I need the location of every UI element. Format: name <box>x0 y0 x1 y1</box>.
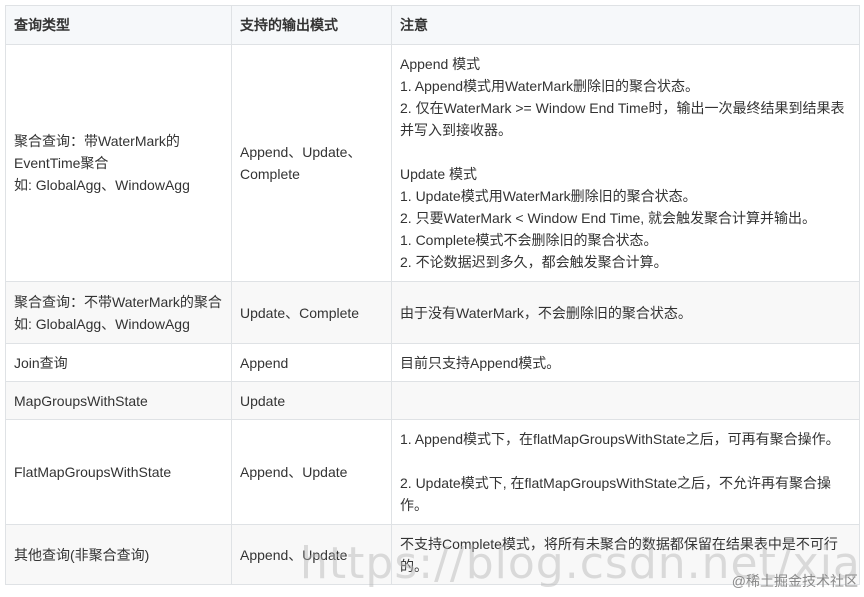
output-modes-table: 查询类型 支持的输出模式 注意 聚合查询：带WaterMark的 EventTim… <box>5 5 860 585</box>
output-modes-cell: Append、Update <box>231 419 392 525</box>
cell-text: 2. 只要WaterMark < Window End Time, 就会触发聚合… <box>400 210 817 226</box>
query-type-cell: FlatMapGroupsWithState <box>5 419 232 525</box>
cell-text: 由于没有WaterMark，不会删除旧的聚合状态。 <box>400 304 692 321</box>
cell-text: 1. Append模式下，在flatMapGroupsWithState之后，可… <box>400 431 840 447</box>
cell-text: FlatMapGroupsWithState <box>14 464 172 480</box>
header-row: 查询类型 支持的输出模式 注意 <box>5 5 860 45</box>
notes-cell: 由于没有WaterMark，不会删除旧的聚合状态。 <box>391 281 860 344</box>
query-type-cell: Join查询 <box>5 343 232 382</box>
notes-cell <box>391 381 860 420</box>
cell-text: 目前只支持Append模式。 <box>400 354 561 371</box>
cell-text: 聚合查询：不带WaterMark的聚合 <box>14 293 222 310</box>
cell-text: 1. Complete模式不会删除旧的聚合状态。 <box>400 232 658 248</box>
cell-text: MapGroupsWithState <box>14 392 148 409</box>
query-type-cell: 其他查询(非聚合查询) <box>5 524 232 585</box>
table-row: FlatMapGroupsWithState Append、Update 1. Ap… <box>5 419 860 525</box>
cell-text: 2. Update模式下, 在flatMapGroupsWithState之后，… <box>400 475 831 513</box>
output-modes-cell: Update <box>231 381 392 420</box>
cell-text: 如: GlobalAgg、WindowAgg <box>14 177 190 193</box>
table-row: MapGroupsWithState Update <box>5 381 860 420</box>
output-modes-cell: Update、Complete <box>231 281 392 344</box>
cell-text: 1. Update模式用WaterMark删除旧的聚合状态。 <box>400 188 697 204</box>
notes-cell: 目前只支持Append模式。 <box>391 343 860 382</box>
cell-text: 聚合查询：带WaterMark的 <box>14 133 180 149</box>
table-row: Join查询 Append 目前只支持Append模式。 <box>5 343 860 382</box>
cell-text: Join查询 <box>14 354 68 371</box>
header-notes: 注意 <box>391 5 860 45</box>
query-type-cell: MapGroupsWithState <box>5 381 232 420</box>
cell-text: EventTime聚合 <box>14 155 109 171</box>
query-type-cell: 聚合查询：不带WaterMark的聚合 如: GlobalAgg、WindowAg… <box>5 281 232 344</box>
table-row: 聚合查询：带WaterMark的 EventTime聚合如: GlobalAgg、… <box>5 44 860 282</box>
cell-text: Update、Complete <box>240 304 360 321</box>
header-query-type: 查询类型 <box>5 5 232 45</box>
notes-cell: Append 模式 1. Append模式用WaterMark删除旧的聚合状态。 2… <box>391 44 860 282</box>
cell-text: 1. Append模式用WaterMark删除旧的聚合状态。 <box>400 78 699 94</box>
query-type-cell: 聚合查询：带WaterMark的 EventTime聚合如: GlobalAgg、… <box>5 44 232 282</box>
cell-text: Update <box>240 392 286 409</box>
cell-text: 其他查询(非聚合查询) <box>14 546 150 563</box>
notes-cell: 1. Append模式下，在flatMapGroupsWithState之后，可… <box>391 419 860 525</box>
cell-text: 2. 不论数据迟到多久，都会触发聚合计算。 <box>400 254 668 270</box>
output-modes-cell: Append、Update、 Complete <box>231 44 392 282</box>
output-modes-cell: Append <box>231 343 392 382</box>
header-output-modes: 支持的输出模式 <box>231 5 392 45</box>
cell-text: 如: GlobalAgg、WindowAgg <box>14 315 190 332</box>
cell-text: Update 模式 <box>400 166 478 182</box>
cell-text: Append、Update、 <box>240 144 362 160</box>
cell-text: Append <box>240 354 289 371</box>
source-credit: @稀土掘金技术社区 <box>731 573 858 589</box>
table-row: 聚合查询：不带WaterMark的聚合 如: GlobalAgg、WindowAg… <box>5 281 860 344</box>
cell-text: Append、Update <box>240 464 348 480</box>
cell-text: Complete <box>240 166 300 182</box>
cell-text: Append 模式 <box>400 56 481 72</box>
cell-text: 2. 仅在WaterMark >= Window End Time时，输出一次最… <box>400 100 845 138</box>
